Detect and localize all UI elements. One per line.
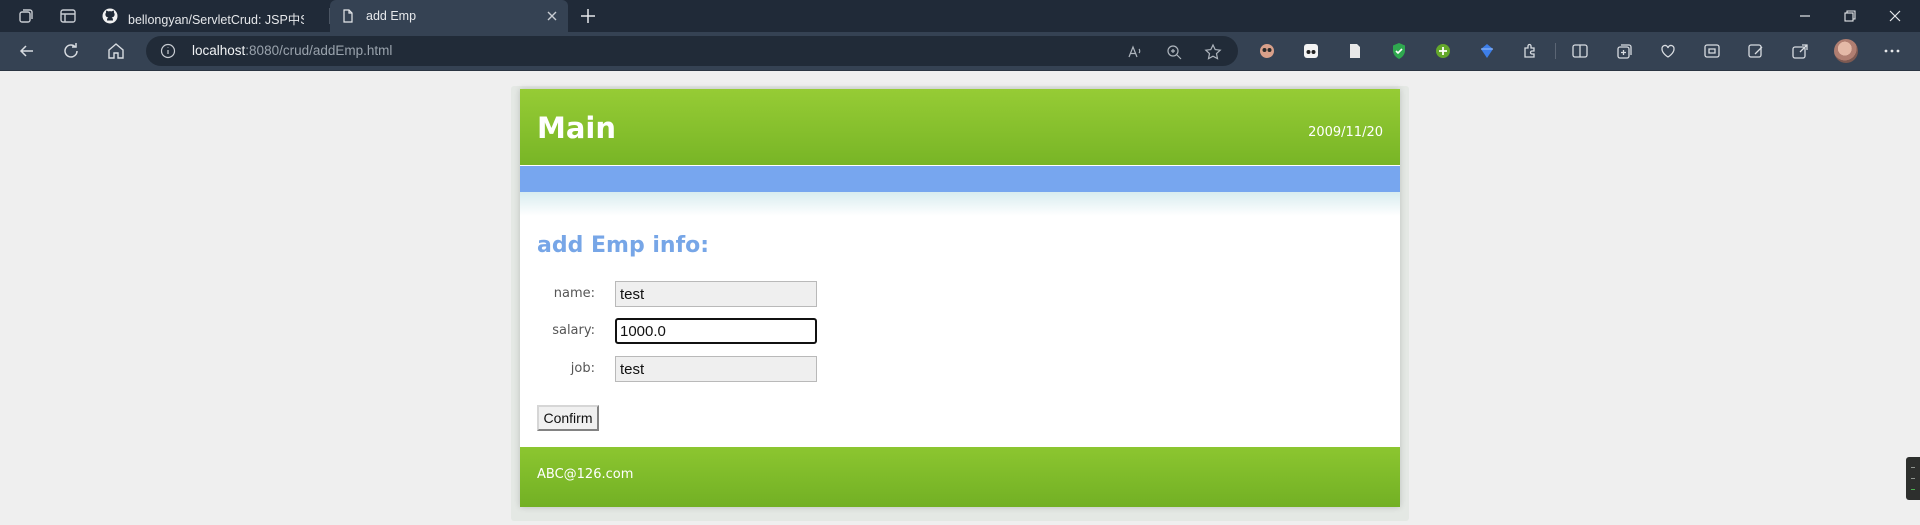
minimize-icon[interactable]	[1795, 6, 1815, 26]
extensions-puzzle-icon[interactable]	[1521, 41, 1541, 61]
tab-title: bellongyan/ServletCrud: JSP中Servlet CRUD	[128, 13, 304, 27]
tab-strip: bellongyan/ServletCrud: JSP中Servlet CRUD…	[0, 0, 1920, 32]
profile-avatar[interactable]	[1834, 39, 1858, 63]
page-container: Main 2009/11/20 add Emp info: name: sala…	[520, 89, 1400, 507]
split-screen-icon[interactable]	[1570, 41, 1590, 61]
form-title: add Emp info:	[537, 233, 710, 258]
site-footer: ABC@126.com	[520, 447, 1400, 507]
extension-shield-icon[interactable]	[1389, 41, 1409, 61]
close-tab-icon[interactable]	[544, 8, 560, 24]
tab-add-emp[interactable]: add Emp	[330, 0, 568, 32]
extension-gem-icon[interactable]	[1477, 41, 1497, 61]
scroll-indicator[interactable]	[1906, 457, 1920, 500]
screenshot-icon[interactable]	[1702, 41, 1722, 61]
info-icon[interactable]	[160, 43, 176, 59]
header-date: 2009/11/20	[1308, 125, 1383, 140]
name-label: name:	[553, 286, 595, 301]
name-input[interactable]	[615, 281, 817, 307]
extension-robot-icon[interactable]	[1301, 41, 1321, 61]
tab-actions-icon[interactable]	[58, 6, 78, 26]
share-icon[interactable]	[1790, 41, 1810, 61]
job-label: job:	[570, 361, 595, 376]
tab-servletcrud[interactable]: bellongyan/ServletCrud: JSP中Servlet CRUD	[92, 0, 330, 32]
workspaces-icon[interactable]	[16, 6, 36, 26]
favorite-star-icon[interactable]	[1204, 43, 1222, 61]
refresh-icon[interactable]	[61, 41, 81, 61]
more-options-icon[interactable]	[1882, 41, 1902, 61]
github-icon	[102, 8, 118, 24]
address-bar[interactable]: localhost:8080/crud/addEmp.html	[146, 36, 1238, 66]
back-icon[interactable]	[17, 41, 37, 61]
job-input[interactable]	[615, 356, 817, 382]
extension-note-icon[interactable]	[1345, 41, 1365, 61]
home-icon[interactable]	[106, 41, 126, 61]
confirm-button[interactable]: Confirm	[537, 405, 599, 431]
web-capture-icon[interactable]	[1746, 41, 1766, 61]
tab-title: add Emp	[366, 9, 417, 23]
collections-icon[interactable]	[1614, 41, 1634, 61]
navbar-shadow	[520, 192, 1400, 216]
toolbar-divider	[1555, 43, 1556, 59]
url-text[interactable]: localhost:8080/crud/addEmp.html	[192, 43, 392, 58]
read-aloud-icon[interactable]	[1126, 43, 1144, 61]
restore-icon[interactable]	[1840, 6, 1860, 26]
salary-input[interactable]	[615, 318, 817, 344]
site-logo[interactable]: Main	[537, 111, 616, 145]
extension-plus-icon[interactable]	[1433, 41, 1453, 61]
close-window-icon[interactable]	[1885, 6, 1905, 26]
footer-email: ABC@126.com	[537, 467, 634, 482]
salary-label: salary:	[552, 323, 595, 338]
site-header: Main 2009/11/20	[520, 89, 1400, 165]
new-tab-icon[interactable]	[578, 6, 598, 26]
url-host: localhost	[192, 43, 246, 58]
zoom-icon[interactable]	[1165, 43, 1183, 61]
page-icon	[340, 8, 356, 24]
url-path: :8080/crud/addEmp.html	[245, 43, 393, 58]
navigation-bar	[520, 166, 1400, 192]
extension-mascot-icon[interactable]	[1257, 41, 1277, 61]
browser-essentials-icon[interactable]	[1658, 41, 1678, 61]
